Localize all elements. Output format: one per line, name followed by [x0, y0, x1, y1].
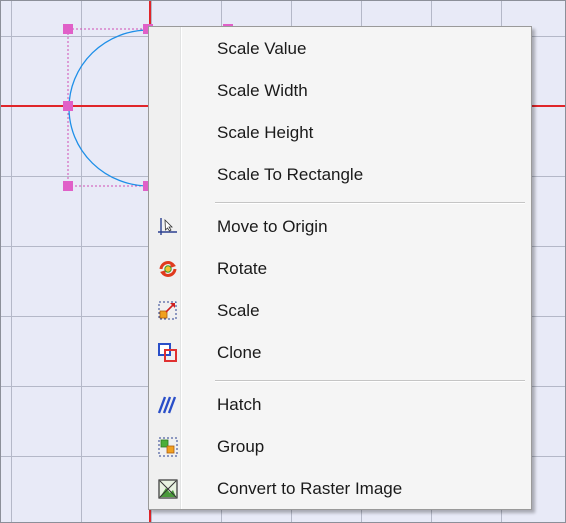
menu-separator: [215, 380, 525, 382]
menu-item-label: Convert to Raster Image: [217, 479, 403, 498]
menu-item-label: Move to Origin: [217, 217, 328, 236]
selection-handle: [63, 101, 73, 111]
menu-item-scale-to-rectangle[interactable]: Scale To Rectangle: [151, 156, 529, 194]
menu-item-scale[interactable]: Scale: [151, 292, 529, 330]
scale-icon: [157, 300, 179, 322]
menu-item-move-to-origin[interactable]: Move to Origin: [151, 208, 529, 246]
selection-handle: [63, 24, 73, 34]
drawing-canvas[interactable]: Scale Value Scale Width Scale Height Sca…: [0, 0, 566, 523]
menu-item-label: Hatch: [217, 395, 262, 414]
menu-item-label: Scale Value: [217, 39, 307, 58]
rotate-icon: [157, 258, 179, 280]
move-to-origin-icon: [157, 216, 179, 238]
menu-item-convert-to-raster-image[interactable]: Convert to Raster Image: [151, 470, 529, 508]
menu-item-label: Scale: [217, 301, 260, 320]
menu-item-label: Rotate: [217, 259, 268, 278]
selection-handle: [63, 181, 73, 191]
menu-item-hatch[interactable]: Hatch: [151, 386, 529, 424]
menu-item-group[interactable]: Group: [151, 428, 529, 466]
menu-item-scale-value[interactable]: Scale Value: [151, 30, 529, 68]
menu-item-label: Scale Width: [217, 81, 308, 100]
menu-item-label: Scale Height: [217, 123, 314, 142]
clone-icon: [157, 342, 179, 364]
menu-item-label: Scale To Rectangle: [217, 165, 364, 184]
menu-separator: [215, 202, 525, 204]
menu-item-label: Clone: [217, 343, 262, 362]
menu-item-scale-width[interactable]: Scale Width: [151, 72, 529, 110]
menu-item-clone[interactable]: Clone: [151, 334, 529, 372]
menu-item-rotate[interactable]: Rotate: [151, 250, 529, 288]
convert-to-raster-icon: [157, 478, 179, 500]
menu-item-label: Group: [217, 437, 265, 456]
menu-item-scale-height[interactable]: Scale Height: [151, 114, 529, 152]
context-menu: Scale Value Scale Width Scale Height Sca…: [148, 26, 532, 510]
hatch-icon: [157, 394, 179, 416]
arc-shape: [68, 29, 150, 187]
group-icon: [157, 436, 179, 458]
